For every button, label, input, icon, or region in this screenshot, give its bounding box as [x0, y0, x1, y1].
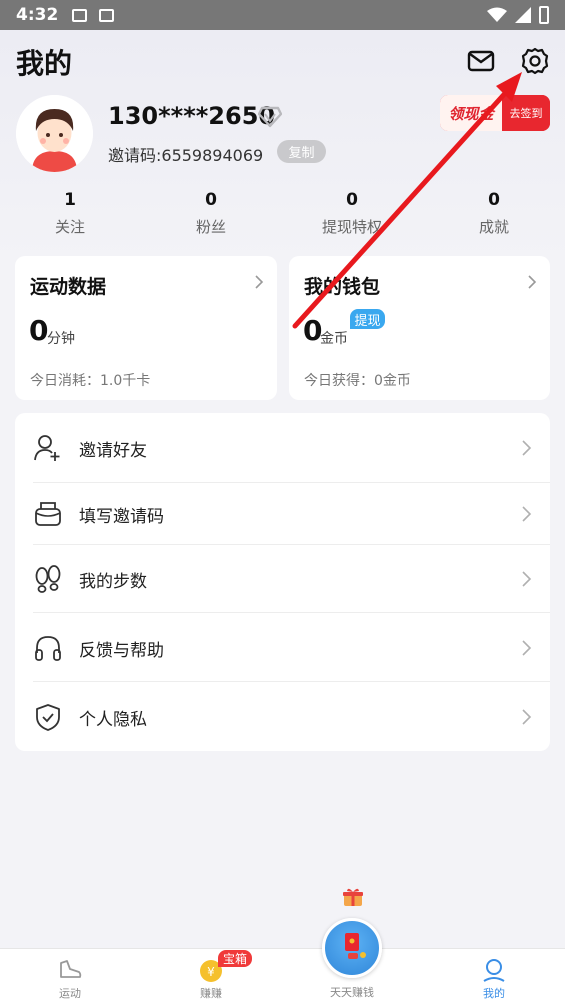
text-notification-icon: [99, 8, 115, 22]
cash-badge-right-label: 去签到: [502, 95, 550, 131]
page-title: 我的: [16, 47, 73, 80]
red-envelope-icon: [345, 933, 366, 959]
tab-label: 我的: [483, 987, 505, 1000]
invite-code: 邀请码:6559894069: [108, 146, 264, 165]
menu-label: 填写邀请码: [79, 506, 164, 527]
stat-number: 1: [64, 190, 76, 210]
wallet-today-earned: 今日获得：0金币: [304, 373, 411, 389]
gift-icon[interactable]: [342, 886, 364, 908]
menu-item-invite-friends[interactable]: 邀请好友: [15, 415, 550, 481]
divider: [33, 544, 550, 545]
stat-achievements[interactable]: 0 成就: [449, 190, 539, 237]
avatar-face-icon: [16, 95, 93, 172]
chevron-right-icon: [528, 275, 537, 289]
chevron-right-icon: [522, 640, 532, 656]
stat-number: 0: [205, 190, 217, 210]
wifi-icon: [487, 7, 507, 22]
signal-icon: [515, 7, 531, 23]
withdraw-tag[interactable]: 提现: [350, 309, 385, 329]
daily-earn-center-button[interactable]: [322, 918, 382, 978]
divider: [33, 612, 550, 613]
status-time: 4:32: [16, 5, 59, 25]
menu-label: 邀请好友: [79, 440, 147, 461]
username: 130****2650: [108, 102, 276, 130]
mail-icon[interactable]: [466, 46, 496, 76]
stat-fans[interactable]: 0 粉丝: [166, 190, 256, 237]
sport-card-title: 运动数据: [30, 276, 107, 298]
chevron-right-icon: [522, 506, 532, 522]
status-bar: 4:32: [0, 0, 565, 30]
stat-withdraw-privilege[interactable]: 0 提现特权: [307, 190, 397, 237]
tab-sport[interactable]: 运动: [10, 949, 130, 1004]
sign-in-cash-badge[interactable]: 领现金 去签到: [440, 95, 550, 131]
treasure-badge: 宝箱: [218, 950, 252, 967]
profile-icon: [483, 959, 505, 982]
sport-data-card[interactable]: 运动数据 0 分钟 今日消耗：1.0千卡: [15, 256, 277, 400]
image-notification-icon: [72, 8, 88, 22]
headphones-icon: [35, 636, 61, 661]
menu-list: 邀请好友 填写邀请码 我的步数 反馈与帮助 个人隐私: [15, 413, 550, 751]
stats-row: 1 关注 0 粉丝 0 提现特权 0 成就: [0, 190, 565, 240]
battery-icon: [539, 6, 549, 24]
gear-icon[interactable]: [520, 46, 550, 76]
invite-box-icon: [35, 502, 61, 526]
menu-item-feedback-help[interactable]: 反馈与帮助: [15, 615, 550, 681]
wallet-coins-unit: 金币: [320, 331, 348, 347]
tab-earn[interactable]: ¥ 赚赚: [151, 949, 271, 1004]
wallet-card-title: 我的钱包: [304, 276, 381, 298]
stat-following[interactable]: 1 关注: [25, 190, 115, 237]
stat-number: 0: [488, 190, 500, 210]
sport-calories: 今日消耗：1.0千卡: [30, 373, 151, 389]
copy-button[interactable]: 复制: [277, 140, 326, 163]
sport-minutes-unit: 分钟: [47, 331, 75, 347]
menu-label: 我的步数: [79, 571, 147, 592]
menu-item-my-steps[interactable]: 我的步数: [15, 546, 550, 612]
stat-label: 粉丝: [195, 218, 226, 236]
tab-label: 运动: [59, 987, 81, 1000]
menu-label: 反馈与帮助: [79, 640, 164, 661]
user-add-icon: [34, 435, 60, 461]
bottom-tab-bar: 运动 ¥ 赚赚 我的: [0, 948, 565, 1004]
chevron-right-icon: [522, 440, 532, 456]
footprint-icon: [35, 565, 61, 593]
shoe-icon: [60, 960, 82, 978]
cash-badge-left-label: 领现金: [440, 95, 502, 131]
avatar[interactable]: [16, 95, 93, 172]
divider: [33, 681, 550, 682]
chevron-right-icon: [255, 275, 264, 289]
stat-label: 成就: [478, 218, 509, 236]
stat-label: 提现特权: [321, 218, 382, 236]
diamond-icon: [258, 106, 282, 128]
wallet-card[interactable]: 我的钱包 提现 0 金币 今日获得：0金币: [289, 256, 550, 400]
tab-label: 赚赚: [200, 987, 222, 1000]
svg-text:¥: ¥: [207, 965, 215, 979]
stat-label: 关注: [54, 218, 85, 236]
stat-number: 0: [346, 190, 358, 210]
menu-item-privacy[interactable]: 个人隐私: [15, 684, 550, 750]
menu-label: 个人隐私: [79, 709, 147, 730]
shield-icon: [36, 704, 60, 731]
center-tab-label: 天天赚钱: [330, 986, 374, 999]
tab-mine[interactable]: 我的: [434, 949, 554, 1004]
menu-item-enter-invite-code[interactable]: 填写邀请码: [15, 481, 550, 547]
chevron-right-icon: [522, 709, 532, 725]
sport-minutes-value: 0: [29, 314, 49, 347]
chevron-right-icon: [522, 571, 532, 587]
